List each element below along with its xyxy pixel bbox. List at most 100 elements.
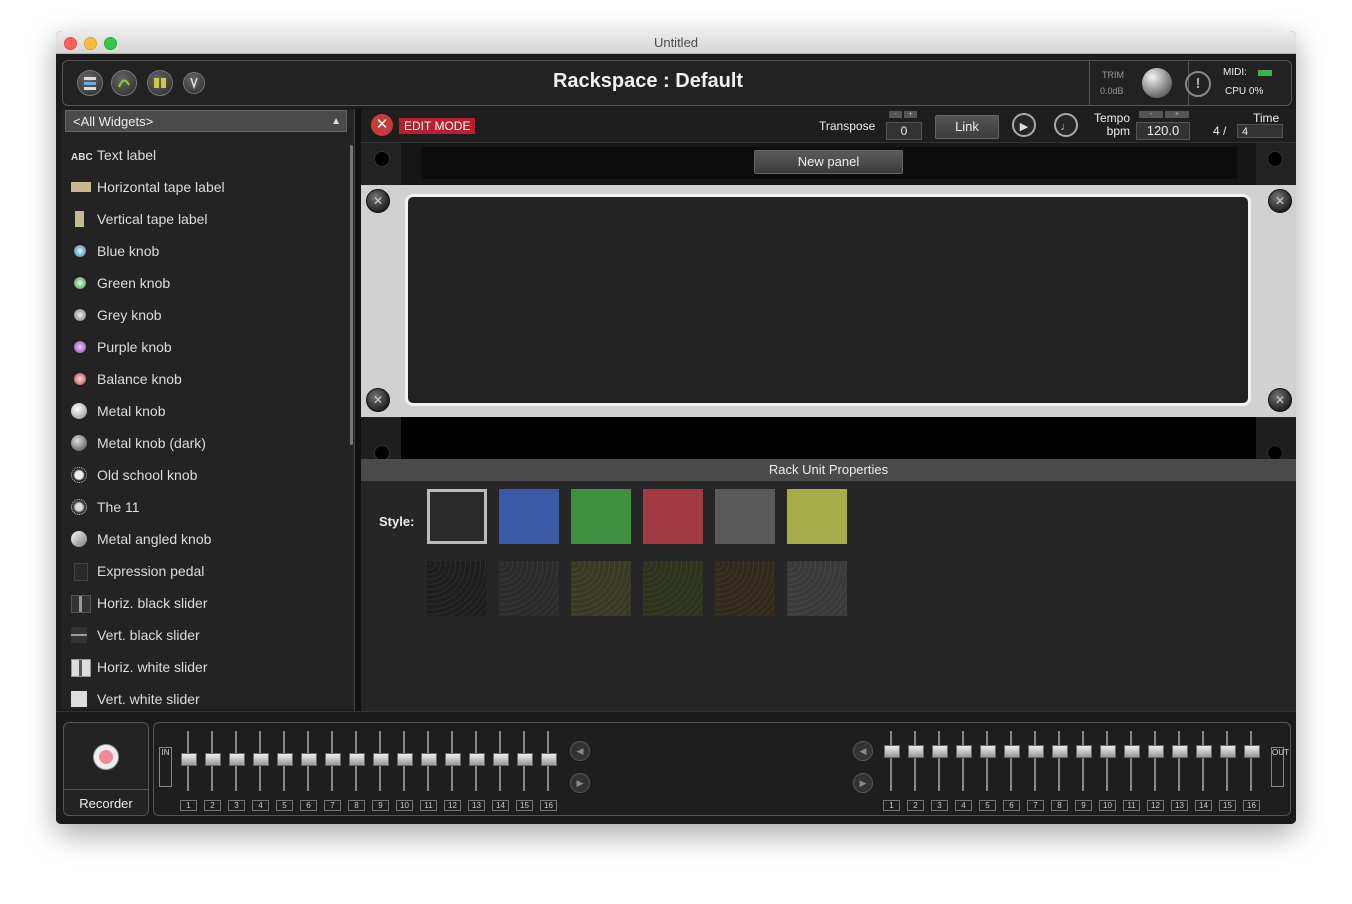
input-channel-fader[interactable]: 3 xyxy=(226,725,246,813)
fader-handle[interactable] xyxy=(205,753,221,766)
output-channel-fader[interactable]: 2 xyxy=(905,725,925,813)
widget-list-item[interactable]: Horiz. black slider xyxy=(62,589,342,621)
widget-list-item[interactable]: Vert. black slider xyxy=(62,621,342,653)
fader-handle[interactable] xyxy=(1076,745,1092,758)
fader-handle[interactable] xyxy=(1220,745,1236,758)
input-channel-fader[interactable]: 14 xyxy=(490,725,510,813)
output-channel-fader[interactable]: 8 xyxy=(1049,725,1069,813)
fader-handle[interactable] xyxy=(421,753,437,766)
widget-list-scrollbar[interactable] xyxy=(350,145,353,445)
output-channel-fader[interactable]: 4 xyxy=(953,725,973,813)
fader-handle[interactable] xyxy=(301,753,317,766)
fader-handle[interactable] xyxy=(884,745,900,758)
edit-mode-badge[interactable]: EDIT MODE xyxy=(399,118,476,134)
output-channel-fader[interactable]: 5 xyxy=(977,725,997,813)
style-swatch[interactable] xyxy=(643,489,703,544)
input-channel-fader[interactable]: 15 xyxy=(514,725,534,813)
texture-swatch[interactable] xyxy=(571,561,631,616)
fader-handle[interactable] xyxy=(373,753,389,766)
widget-list-item[interactable]: ABC Text label xyxy=(62,141,342,173)
texture-swatch[interactable] xyxy=(643,561,703,616)
wiring-icon[interactable] xyxy=(111,70,137,96)
output-channel-fader[interactable]: 1 xyxy=(881,725,901,813)
widget-list-item[interactable]: Metal knob xyxy=(62,397,342,429)
input-channel-fader[interactable]: 7 xyxy=(322,725,342,813)
texture-swatch[interactable] xyxy=(787,561,847,616)
setlist-icon[interactable] xyxy=(147,70,173,96)
fader-handle[interactable] xyxy=(253,753,269,766)
widget-list-item[interactable]: The 11 xyxy=(62,493,342,525)
fader-handle[interactable] xyxy=(181,753,197,766)
tempo-minus-button[interactable]: - xyxy=(1139,111,1163,118)
fader-handle[interactable] xyxy=(397,753,413,766)
fader-handle[interactable] xyxy=(1100,745,1116,758)
input-channel-fader[interactable]: 13 xyxy=(466,725,486,813)
fader-handle[interactable] xyxy=(1004,745,1020,758)
widget-list-item[interactable]: Purple knob xyxy=(62,333,342,365)
fader-handle[interactable] xyxy=(932,745,948,758)
transpose-minus-button[interactable]: - xyxy=(889,111,902,118)
fader-handle[interactable] xyxy=(349,753,365,766)
widget-list-item[interactable]: Horiz. white slider xyxy=(62,653,342,685)
input-channel-fader[interactable]: 9 xyxy=(370,725,390,813)
input-channel-fader[interactable]: 16 xyxy=(538,725,558,813)
tempo-plus-button[interactable]: + xyxy=(1165,111,1189,118)
style-swatch[interactable] xyxy=(715,489,775,544)
output-channel-fader[interactable]: 3 xyxy=(929,725,949,813)
fader-handle[interactable] xyxy=(1196,745,1212,758)
widget-list-item[interactable]: Old school knob xyxy=(62,461,342,493)
fader-handle[interactable] xyxy=(493,753,509,766)
play-icon[interactable]: ▶ xyxy=(1012,113,1036,137)
record-button[interactable] xyxy=(93,744,119,770)
edit-tools-icon[interactable]: ✕ xyxy=(371,114,393,136)
new-panel-button[interactable]: New panel xyxy=(754,150,903,174)
fader-handle[interactable] xyxy=(469,753,485,766)
widget-list-item[interactable]: Green knob xyxy=(62,269,342,301)
input-channel-fader[interactable]: 1 xyxy=(178,725,198,813)
fader-handle[interactable] xyxy=(445,753,461,766)
rack-unit[interactable]: ✕ ✕ ✕ ✕ xyxy=(361,185,1296,417)
fader-handle[interactable] xyxy=(908,745,924,758)
widget-list-item[interactable]: Vert. white slider xyxy=(62,685,342,709)
texture-swatch[interactable] xyxy=(715,561,775,616)
fader-handle[interactable] xyxy=(1244,745,1260,758)
input-channel-fader[interactable]: 10 xyxy=(394,725,414,813)
input-channel-fader[interactable]: 5 xyxy=(274,725,294,813)
output-channel-fader[interactable]: 15 xyxy=(1217,725,1237,813)
fader-handle[interactable] xyxy=(517,753,533,766)
time-denominator-select[interactable]: 4 xyxy=(1237,124,1283,138)
input-channel-fader[interactable]: 4 xyxy=(250,725,270,813)
output-channel-fader[interactable]: 16 xyxy=(1241,725,1261,813)
widget-list-item[interactable]: Vertical tape label xyxy=(62,205,342,237)
widget-list-item[interactable]: Metal knob (dark) xyxy=(62,429,342,461)
fader-handle[interactable] xyxy=(325,753,341,766)
style-swatch[interactable] xyxy=(571,489,631,544)
style-swatch[interactable] xyxy=(499,489,559,544)
widget-list-item[interactable]: Blue knob xyxy=(62,237,342,269)
input-channel-fader[interactable]: 12 xyxy=(442,725,462,813)
style-swatch[interactable] xyxy=(427,489,487,544)
tuner-icon[interactable] xyxy=(183,72,205,94)
output-channel-fader[interactable]: 11 xyxy=(1121,725,1141,813)
fader-handle[interactable] xyxy=(1124,745,1140,758)
fader-handle[interactable] xyxy=(1052,745,1068,758)
fader-handle[interactable] xyxy=(980,745,996,758)
output-channel-fader[interactable]: 13 xyxy=(1169,725,1189,813)
transpose-plus-button[interactable]: + xyxy=(904,111,917,118)
metronome-icon[interactable]: ♩ xyxy=(1054,113,1078,137)
output-channel-fader[interactable]: 6 xyxy=(1001,725,1021,813)
fader-handle[interactable] xyxy=(1148,745,1164,758)
fader-handle[interactable] xyxy=(229,753,245,766)
fader-handle[interactable] xyxy=(541,753,557,766)
transpose-value[interactable]: 0 xyxy=(886,122,922,140)
output-channel-fader[interactable]: 10 xyxy=(1097,725,1117,813)
splitter[interactable] xyxy=(354,109,361,711)
texture-swatch[interactable] xyxy=(499,561,559,616)
widget-category-select[interactable]: <All Widgets> ▲ xyxy=(65,110,347,132)
output-channel-fader[interactable]: 14 xyxy=(1193,725,1213,813)
link-button[interactable]: Link xyxy=(935,115,999,139)
widget-list-item[interactable]: Metal angled knob xyxy=(62,525,342,557)
in-rewind-icon[interactable]: ◀ xyxy=(570,741,590,761)
input-channel-fader[interactable]: 8 xyxy=(346,725,366,813)
fader-handle[interactable] xyxy=(1028,745,1044,758)
